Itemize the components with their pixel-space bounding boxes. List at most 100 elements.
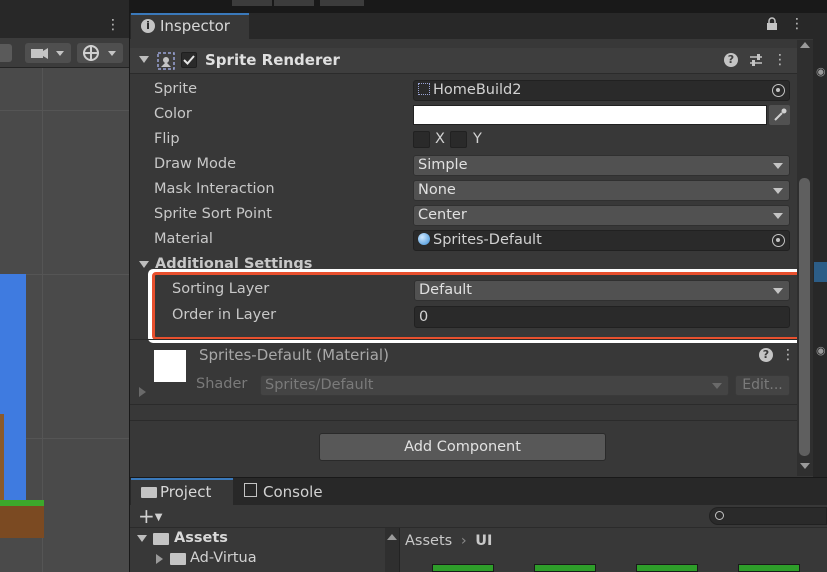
flip-x-checkbox[interactable] bbox=[413, 131, 430, 148]
sorting-layer-value: Default bbox=[419, 282, 472, 298]
chevron-down-icon bbox=[712, 383, 722, 389]
scene-viewport[interactable] bbox=[0, 68, 129, 572]
scrollbar-thumb[interactable] bbox=[799, 178, 810, 456]
shader-edit-button[interactable]: Edit... bbox=[735, 375, 790, 396]
order-in-layer-input[interactable]: 0 bbox=[414, 306, 790, 328]
eyedropper-icon[interactable] bbox=[769, 105, 790, 125]
toolbar-button[interactable] bbox=[320, 0, 364, 6]
object-picker-icon[interactable] bbox=[772, 84, 785, 97]
component-enabled-checkbox[interactable] bbox=[181, 52, 197, 68]
mask-interaction-dropdown[interactable]: None bbox=[413, 180, 790, 201]
tab-project-label: Project bbox=[160, 483, 212, 501]
add-component-button[interactable]: Add Component bbox=[319, 433, 606, 461]
object-picker-icon[interactable] bbox=[772, 234, 785, 247]
chevron-down-icon bbox=[773, 288, 783, 294]
folder-icon bbox=[141, 487, 157, 498]
project-split-divider[interactable] bbox=[399, 528, 400, 572]
order-in-layer-label: Order in Layer bbox=[172, 307, 277, 323]
asset-thumbnail[interactable] bbox=[534, 564, 596, 572]
material-section-divider bbox=[130, 339, 797, 340]
scene-dirt-sprite bbox=[0, 414, 4, 500]
material-help-icon[interactable]: ? bbox=[759, 348, 773, 362]
tree-foldout-icon[interactable] bbox=[137, 535, 147, 542]
tab-console[interactable]: Console bbox=[236, 478, 340, 505]
draw-mode-label: Draw Mode bbox=[154, 156, 236, 172]
lock-icon[interactable] bbox=[766, 17, 778, 31]
sprite-sort-point-label: Sprite Sort Point bbox=[154, 206, 272, 222]
gizmo-icon bbox=[83, 45, 116, 61]
sprite-value: HomeBuild2 bbox=[433, 82, 522, 98]
toolbar-button[interactable] bbox=[232, 0, 272, 6]
chevron-down-icon bbox=[773, 188, 783, 194]
search-icon bbox=[715, 511, 724, 520]
tree-item-ad-virtua[interactable]: Ad-Virtua bbox=[190, 550, 257, 566]
shader-value: Sprites/Default bbox=[265, 377, 374, 393]
project-tab-bar bbox=[130, 478, 827, 505]
sprite-label: Sprite bbox=[154, 81, 198, 97]
tab-project[interactable]: Project bbox=[131, 478, 233, 505]
component-menu-icon[interactable]: ⋮ bbox=[773, 51, 787, 69]
asset-thumbnail[interactable] bbox=[738, 564, 800, 572]
breadcrumb-separator-icon: › bbox=[460, 533, 467, 549]
material-foldout-icon[interactable] bbox=[139, 387, 146, 397]
sorting-layer-dropdown[interactable]: Default bbox=[414, 280, 790, 301]
scene-menu-icon[interactable]: ⋮ bbox=[106, 17, 120, 33]
scene-ground-sprite bbox=[0, 506, 44, 538]
section-divider bbox=[130, 420, 797, 421]
material-menu-icon[interactable]: ⋮ bbox=[781, 346, 795, 364]
toolbar-button[interactable] bbox=[274, 0, 314, 6]
inspector-menu-icon[interactable]: ⋮ bbox=[790, 15, 804, 33]
sprite-sort-point-dropdown[interactable]: Center bbox=[413, 205, 790, 226]
sprite-asset-icon bbox=[418, 83, 430, 95]
visibility-icon[interactable]: ◉ bbox=[816, 344, 827, 357]
breadcrumb-current[interactable]: UI bbox=[475, 533, 492, 549]
shader-label: Shader bbox=[196, 376, 248, 392]
sprite-sort-point-value: Center bbox=[418, 207, 467, 223]
tree-foldout-icon[interactable] bbox=[156, 554, 163, 564]
sorting-layer-label: Sorting Layer bbox=[172, 281, 270, 297]
additional-settings-foldout-icon[interactable] bbox=[139, 261, 149, 268]
folder-icon bbox=[170, 553, 186, 565]
flip-y-label: Y bbox=[473, 131, 482, 147]
flip-x-label: X bbox=[435, 131, 445, 147]
preset-icon[interactable] bbox=[749, 53, 763, 67]
tree-scrollbar[interactable] bbox=[385, 528, 399, 572]
foldout-arrow-icon[interactable] bbox=[139, 56, 149, 63]
scene-2d-toggle[interactable] bbox=[0, 44, 12, 62]
tree-item-assets[interactable]: Assets bbox=[174, 530, 228, 546]
project-divider bbox=[130, 527, 827, 528]
color-swatch[interactable] bbox=[413, 105, 767, 125]
component-title: Sprite Renderer bbox=[205, 51, 340, 69]
breadcrumb-root[interactable]: Assets bbox=[405, 533, 452, 549]
sprite-field[interactable]: HomeBuild2 bbox=[413, 80, 790, 101]
create-button[interactable]: +▼ bbox=[138, 506, 172, 526]
visibility-icon[interactable]: ◉ bbox=[816, 65, 827, 78]
scene-camera-icon[interactable] bbox=[25, 43, 71, 63]
scene-gizmo-button[interactable] bbox=[77, 43, 123, 63]
material-field[interactable]: Sprites-Default bbox=[413, 230, 790, 251]
color-label: Color bbox=[154, 106, 192, 122]
breadcrumb: Assets › UI bbox=[405, 533, 492, 549]
hierarchy-strip bbox=[813, 13, 827, 477]
flip-label: Flip bbox=[154, 131, 180, 147]
scroll-down-icon[interactable] bbox=[800, 463, 810, 469]
shader-dropdown[interactable]: Sprites/Default bbox=[260, 375, 729, 396]
project-search-field[interactable] bbox=[709, 507, 827, 525]
asset-thumbnail[interactable] bbox=[636, 564, 698, 572]
section-divider bbox=[130, 404, 797, 405]
scroll-up-icon[interactable] bbox=[800, 42, 810, 48]
tab-console-label: Console bbox=[263, 483, 323, 501]
info-icon: i bbox=[141, 19, 155, 33]
tab-inspector[interactable]: i Inspector bbox=[131, 13, 249, 39]
draw-mode-dropdown[interactable]: Simple bbox=[413, 155, 790, 176]
chevron-down-icon bbox=[773, 213, 783, 219]
selected-row-marker bbox=[814, 262, 827, 282]
mask-interaction-label: Mask Interaction bbox=[154, 181, 275, 197]
flip-y-checkbox[interactable] bbox=[450, 131, 467, 148]
material-preview-thumbnail bbox=[154, 350, 186, 382]
asset-thumbnail[interactable] bbox=[432, 564, 494, 572]
sprite-renderer-icon bbox=[157, 52, 175, 70]
assets-folder-icon bbox=[153, 533, 169, 545]
help-icon[interactable]: ? bbox=[724, 53, 738, 67]
scroll-up-icon[interactable] bbox=[387, 534, 397, 540]
